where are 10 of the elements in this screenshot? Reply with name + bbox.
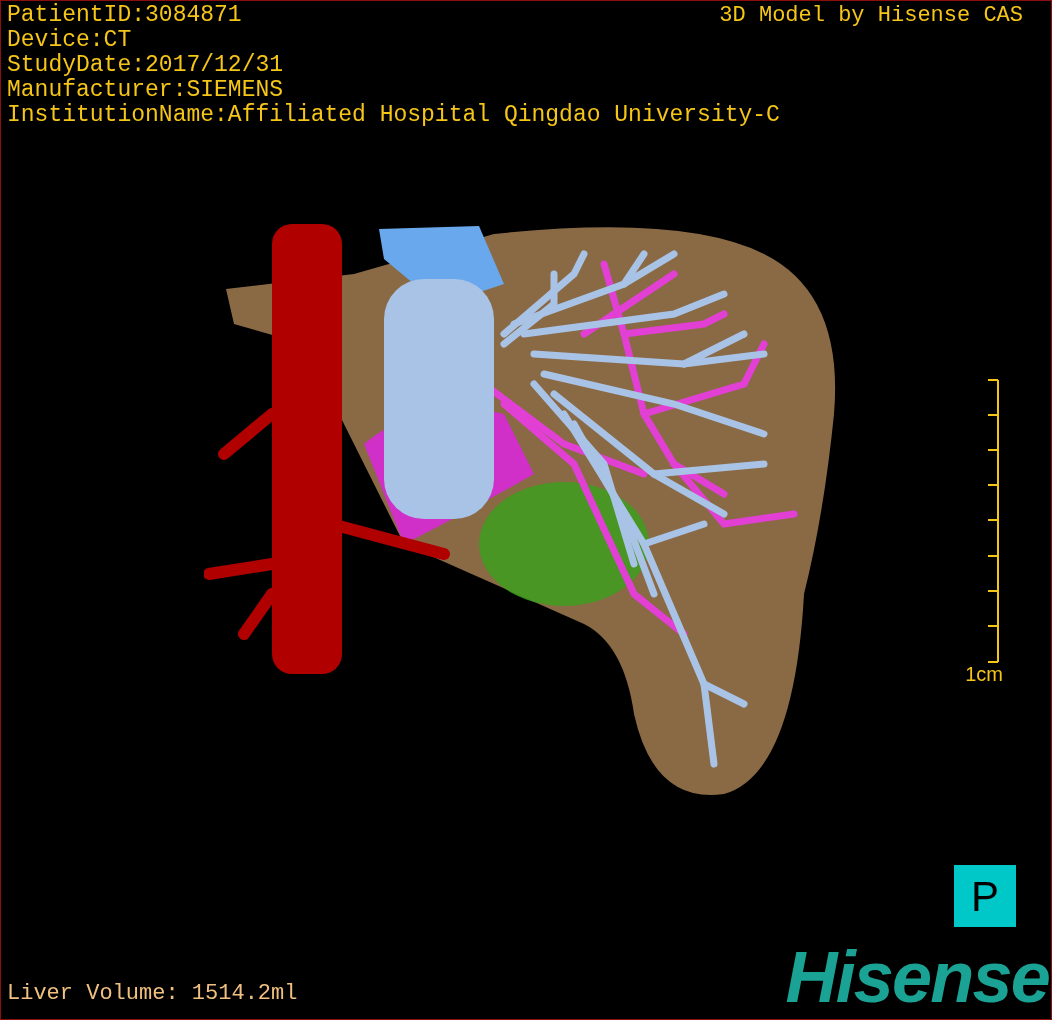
patient-info-text: PatientID:3084871 (7, 3, 242, 28)
patient-info-text: Device:CT (7, 28, 133, 53)
liver-volume-text: Liver Volume: 1514.2ml (7, 981, 298, 1007)
scale-label: 1cm (965, 663, 1003, 685)
patient-info-text: Manufacturer:SIEMENS (7, 78, 285, 103)
patient-info-text: InstitutionName:Affiliated Hospital Qingdao University-C (7, 103, 781, 128)
brand-logo: Hisense (785, 941, 1049, 1013)
patient-info-text: StudyDate:2017/12/31 (7, 53, 285, 78)
orientation-marker: P (954, 865, 1016, 927)
model-credit-text: 3D Model by Hisense CAS (719, 3, 1023, 28)
